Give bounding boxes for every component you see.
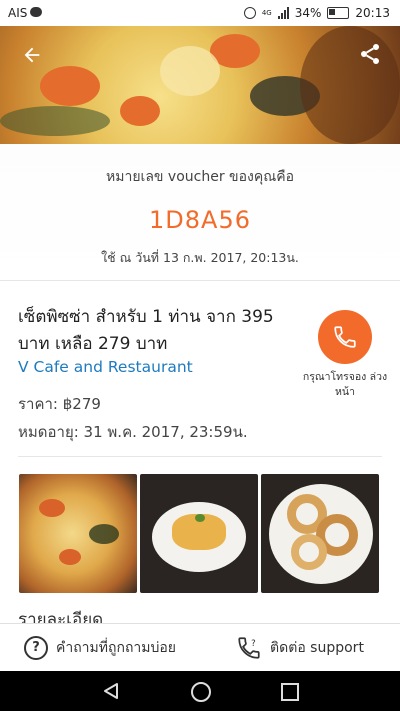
call-label: กรุณาโทรจอง ล่วงหน้า <box>302 371 388 398</box>
phone-icon <box>334 326 356 348</box>
status-bar: AIS 4G 34% 20:13 <box>0 0 400 26</box>
photo-pizza[interactable] <box>19 474 137 593</box>
share-button[interactable] <box>358 42 388 72</box>
deal-photos <box>19 474 379 593</box>
support-phone-icon: ? <box>238 637 260 659</box>
deal-title: เซ็ตพิซซ่า สำหรับ 1 ท่าน จาก 395 บาท เหล… <box>18 307 274 354</box>
divider <box>0 280 400 281</box>
deal-price: ราคา: ฿279 <box>18 395 101 413</box>
battery-percent: 34% <box>294 6 322 20</box>
deal-expiry: หมดอายุ: 31 พ.ค. 2017, 23:59น. <box>18 423 248 441</box>
nav-back-icon[interactable] <box>102 682 120 700</box>
message-icon <box>30 7 42 17</box>
clock: 20:13 <box>355 6 390 20</box>
merchant-link[interactable]: V Cafe and Restaurant <box>18 358 193 376</box>
svg-text:?: ? <box>251 639 256 649</box>
battery-icon <box>327 7 350 19</box>
call-button[interactable] <box>318 310 372 364</box>
back-button[interactable] <box>14 40 50 76</box>
voucher-used-time: ใช้ ณ วันที่ 13 ก.พ. 2017, 20:13น. <box>101 250 299 265</box>
divider <box>18 456 382 457</box>
details-heading: รายละเอียด <box>18 610 104 624</box>
voucher-label: หมายเลข voucher ของคุณคือ <box>106 169 294 185</box>
bottom-action-bar: ? คำถามที่ถูกถามบ่อย ? ติดต่อ support <box>0 623 400 672</box>
question-circle-icon: ? <box>23 636 48 660</box>
support-label: ติดต่อ support <box>270 640 364 656</box>
network-type: 4G <box>261 9 272 17</box>
faq-label: คำถามที่ถูกถามบ่อย <box>55 640 177 656</box>
carrier-name: AIS <box>8 6 28 20</box>
faq-button[interactable]: ? คำถามที่ถูกถามบ่อย <box>0 624 200 672</box>
arrow-left-icon <box>24 47 40 63</box>
support-button[interactable]: ? ติดต่อ support <box>200 624 400 672</box>
alarm-icon <box>243 7 256 19</box>
photo-onion-rings[interactable] <box>261 474 379 593</box>
share-icon <box>361 44 379 64</box>
status-right: 4G 34% 20:13 <box>243 6 390 20</box>
deal-hero-image <box>0 26 400 144</box>
voucher-code: 1D8A56 <box>149 206 251 234</box>
signal-icon <box>277 7 289 19</box>
system-nav-bar <box>0 671 400 711</box>
nav-recents-icon[interactable] <box>281 683 299 701</box>
voucher-section: หมายเลข voucher ของคุณคือ 1D8A56 ใช้ ณ ว… <box>0 144 400 280</box>
photo-fries[interactable] <box>140 474 258 593</box>
nav-home-icon[interactable] <box>191 682 211 702</box>
